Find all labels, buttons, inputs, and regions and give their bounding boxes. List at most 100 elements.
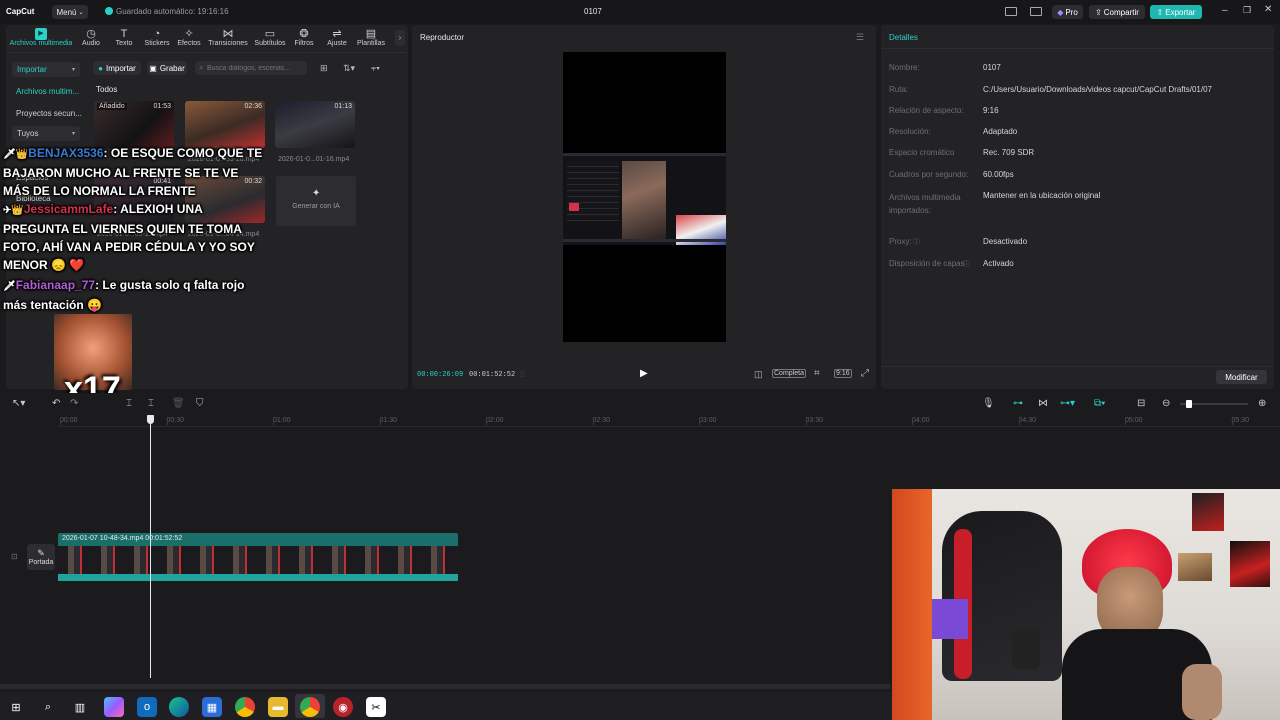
badge-icon: ✈👑 — [3, 205, 24, 216]
import-button[interactable]: ● Importar — [93, 61, 141, 75]
tab-sticker[interactable]: ◔ Stickers — [142, 28, 172, 50]
link-icon[interactable]: ⊶ — [1013, 398, 1023, 409]
sidebar-item-projects[interactable]: Proyectos secun... — [16, 109, 82, 118]
modify-button[interactable]: Modificar — [1216, 370, 1267, 384]
export-button[interactable]: ⇧ Exportar — [1150, 5, 1202, 19]
clip-name: 2026-01-07 10-48-34.mp4 — [62, 535, 144, 542]
ai-generate-card[interactable]: ✦ Generar con IA — [276, 176, 356, 226]
select-tool-icon[interactable]: ↖▾ — [12, 398, 25, 409]
chrome-icon[interactable] — [235, 697, 255, 717]
file-explorer-icon[interactable]: ▬ — [268, 697, 288, 717]
store-icon[interactable]: ▦ — [202, 697, 222, 717]
tab-label: Plantillas — [356, 40, 385, 47]
search-icon[interactable]: ⌕ — [38, 697, 58, 717]
chrome-profile-icon[interactable] — [300, 697, 320, 717]
detail-label: Resolución: — [889, 127, 931, 136]
delete-icon[interactable]: 🗑 — [172, 398, 185, 409]
playhead-handle[interactable] — [147, 415, 154, 424]
shortcuts-icon[interactable] — [1030, 7, 1042, 16]
search-input[interactable] — [207, 62, 303, 74]
tab-templates[interactable]: ▤ Plantillas — [354, 28, 388, 50]
share-button[interactable]: ⇪ Compartir — [1089, 5, 1145, 19]
trim-icon[interactable]: ⌶ — [148, 398, 154, 409]
playhead[interactable] — [150, 415, 151, 678]
sidebar-item-media[interactable]: Archivos multim... — [16, 87, 79, 96]
shield-icon[interactable]: ⛉ — [196, 398, 204, 409]
layout-icon[interactable] — [1005, 7, 1017, 16]
record-button[interactable]: ▣ Grabar — [147, 61, 187, 75]
video-preview[interactable] — [563, 52, 726, 342]
restore-icon[interactable]: ❐ — [1243, 5, 1251, 16]
menu-lines-icon[interactable]: ☰ — [856, 32, 864, 43]
fullscreen-icon[interactable]: ⤢ — [861, 368, 869, 379]
box — [932, 599, 968, 639]
subtitles-icon: ▭ — [264, 28, 276, 40]
chevron-right-icon[interactable]: › — [395, 30, 405, 46]
obs-icon[interactable]: ◉ — [333, 697, 353, 717]
tab-effects[interactable]: ✧ Efectos — [175, 28, 203, 50]
sidebar-yours[interactable]: Tuyos ▾ — [12, 126, 80, 141]
tab-subtitles[interactable]: ▭ Subtítulos — [252, 28, 288, 50]
capcut-icon[interactable]: ✂ — [366, 697, 386, 717]
zoom-in-icon[interactable]: ⊕ — [1258, 398, 1266, 409]
snap-icon[interactable]: ⊶▾ — [1060, 398, 1075, 409]
task-view-icon[interactable]: ▥ — [70, 697, 90, 717]
clip-filmstrip — [58, 546, 458, 574]
tab-text[interactable]: T Texto — [112, 28, 136, 50]
edge-icon[interactable] — [169, 697, 189, 717]
info-icon[interactable]: ⓘ — [913, 237, 920, 247]
sort-icon[interactable]: ⇅▾ — [343, 63, 355, 74]
windows-start-icon[interactable]: ⊞ — [6, 697, 26, 717]
tab-filters[interactable]: ❂ Filtros — [292, 28, 316, 50]
cover-label: Portada — [28, 559, 54, 566]
microphone-icon[interactable]: 🎙 — [982, 398, 995, 409]
preview-axis-icon[interactable]: ⧉▾ — [1094, 398, 1105, 409]
zoom-out-icon[interactable]: ⊖ — [1162, 398, 1170, 409]
poster-2 — [1230, 541, 1270, 587]
play-icon[interactable]: ▶ — [640, 368, 648, 379]
zoom-slider-handle[interactable] — [1186, 400, 1192, 408]
timeline-scrollbar[interactable] — [0, 684, 890, 689]
redo-icon[interactable]: ↷ — [70, 398, 78, 409]
keyframe-icon[interactable]: ◫ — [754, 369, 763, 380]
grid-view-icon[interactable]: ⊞ — [320, 63, 328, 74]
webcam-overlay — [892, 489, 1280, 720]
close-icon[interactable]: ✕ — [1264, 4, 1272, 15]
tab-audio[interactable]: ◷ Audio — [80, 28, 102, 50]
tab-label: Texto — [115, 40, 133, 47]
markers-icon[interactable]: ⁞⁞ — [520, 369, 525, 379]
magnet-icon[interactable]: ⋈ — [1038, 398, 1048, 409]
copilot-icon[interactable] — [104, 697, 124, 717]
detail-value: 60.00fps — [983, 170, 1014, 179]
snapshot-icon[interactable]: ⌗ — [814, 368, 820, 379]
undo-icon[interactable]: ↶ — [52, 398, 60, 409]
quality-select[interactable]: Completa — [772, 369, 806, 378]
filter-all[interactable]: Todos — [96, 85, 117, 94]
cover-button[interactable]: ✎ Portada — [27, 544, 55, 570]
ruler-tick-label: 00:30 — [166, 417, 185, 424]
nested-video — [622, 161, 666, 239]
tab-label: Filtros — [294, 40, 314, 47]
media-clip-2[interactable]: 02:36 — [185, 101, 265, 148]
media-clip-3[interactable]: 01:13 — [275, 101, 355, 148]
caption-icon[interactable]: ⊟ — [1137, 398, 1145, 409]
chat-message-3: 🗡Fabianaap_77: Le gusta solo q falta roj… — [3, 276, 265, 314]
sidebar-import[interactable]: Importar ▾ — [12, 62, 80, 77]
player-title: Reproductor — [420, 33, 465, 42]
split-icon[interactable]: ⌶ — [126, 398, 132, 409]
info-icon[interactable]: ⓘ — [963, 259, 970, 269]
transitions-icon: ⋈ — [222, 28, 234, 40]
tab-transitions[interactable]: ⋈ Transiciones — [207, 28, 249, 50]
minimize-icon[interactable]: – — [1222, 5, 1228, 16]
menu-button[interactable]: Menú ⌄ — [52, 5, 88, 19]
video-clip[interactable]: 2026-01-07 10-48-34.mp4 00:01:52:52 — [58, 533, 458, 581]
track-toggle-icon[interactable]: ⊡ — [11, 552, 18, 561]
adjust-icon: ⇌ — [332, 28, 342, 40]
media-clip-1[interactable]: Añadido 01:53 — [94, 101, 174, 148]
tab-media[interactable]: ▶ Archivos multimedia — [8, 28, 74, 50]
tab-adjust[interactable]: ⇌ Ajuste — [324, 28, 350, 50]
pro-button[interactable]: ◆ Pro — [1052, 5, 1083, 19]
filter-icon[interactable]: ⫧▾ — [371, 63, 380, 74]
aspect-ratio-select[interactable]: 9:16 — [834, 369, 852, 378]
outlook-icon[interactable]: o — [137, 697, 157, 717]
